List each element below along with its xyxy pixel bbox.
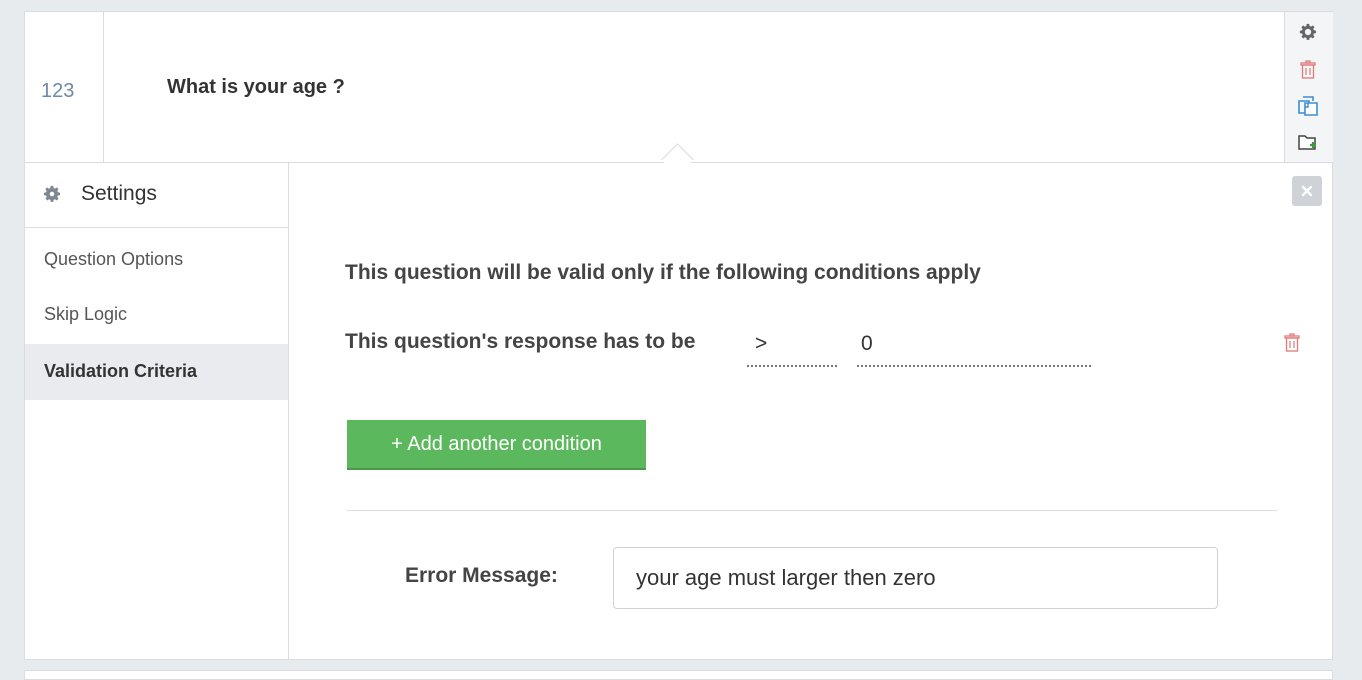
close-button[interactable]: [1292, 176, 1322, 206]
sidebar-item-label: Validation Criteria: [44, 361, 198, 381]
close-icon: [1301, 185, 1313, 197]
trash-icon[interactable]: [1297, 59, 1319, 81]
condition-label: This question's response has to be: [345, 330, 696, 353]
operator-select[interactable]: [747, 323, 837, 367]
move-icon[interactable]: [1297, 131, 1319, 153]
validation-panel: This question will be valid only if the …: [289, 163, 1332, 660]
question-actions: [1284, 12, 1333, 162]
settings-header: Settings: [25, 163, 288, 228]
sidebar-item-skip-logic[interactable]: Skip Logic: [25, 287, 288, 343]
settings-gear-icon: [43, 185, 61, 208]
question-text[interactable]: What is your age ?: [167, 76, 345, 99]
validation-title: This question will be valid only if the …: [345, 261, 981, 284]
divider: [347, 510, 1277, 511]
sidebar-item-label: Question Options: [44, 249, 184, 269]
copy-icon[interactable]: [1297, 95, 1319, 117]
settings-title: Settings: [81, 182, 157, 205]
next-question-card: [24, 670, 1333, 680]
error-message-label: Error Message:: [405, 564, 558, 587]
condition-value-input[interactable]: [857, 323, 1091, 367]
sidebar-item-label: Skip Logic: [44, 304, 128, 324]
question-card: 123 What is your age ? Settings Question…: [24, 11, 1333, 660]
sidebar-item-question-options[interactable]: Question Options: [25, 232, 288, 288]
gear-icon[interactable]: [1297, 21, 1319, 43]
question-number-cell: 123: [25, 12, 104, 162]
add-condition-button[interactable]: + Add another condition: [347, 420, 646, 470]
delete-condition-icon[interactable]: [1284, 333, 1300, 358]
error-message-input[interactable]: [613, 547, 1218, 609]
sidebar-item-validation-criteria[interactable]: Validation Criteria: [25, 344, 288, 400]
question-row[interactable]: 123 What is your age ?: [25, 12, 1333, 163]
settings-sidebar: Settings Question Options Skip Logic Val…: [25, 163, 289, 660]
question-number: 123: [41, 80, 75, 102]
